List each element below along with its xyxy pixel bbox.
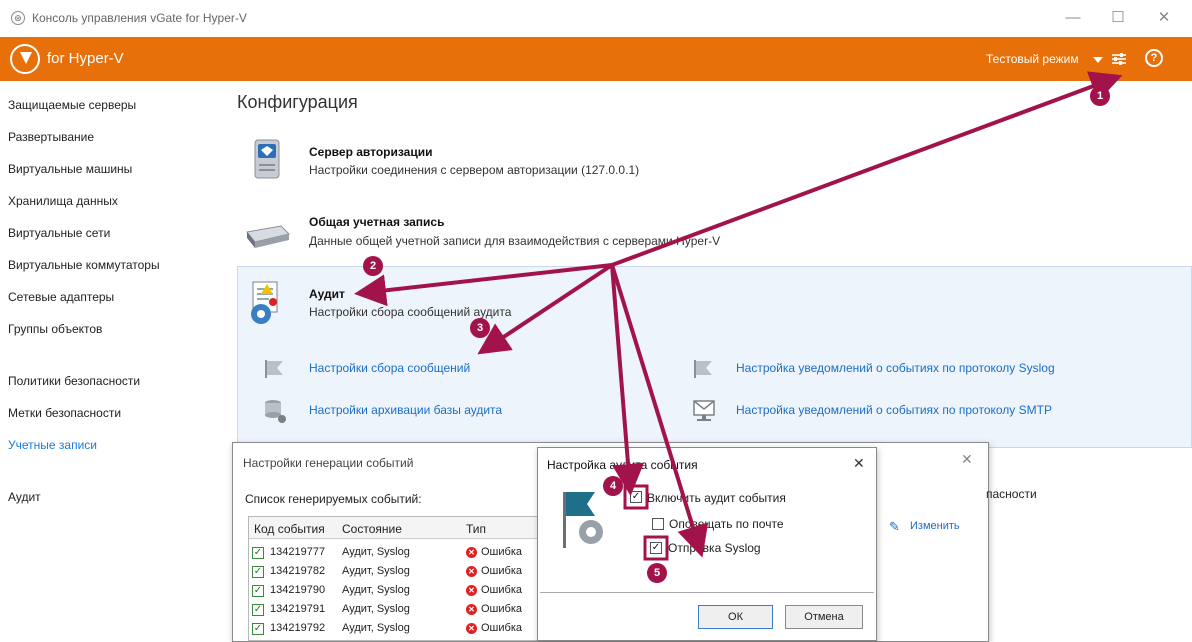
annotation-marker-2: 2 xyxy=(363,256,383,276)
annotation-marker-3: 3 xyxy=(470,318,490,338)
annotation-marker-4: 4 xyxy=(603,476,623,496)
annotation-arrows xyxy=(354,71,1123,561)
annotation-marker-1: 1 xyxy=(1090,86,1110,106)
annotation-marker-5: 5 xyxy=(647,563,667,583)
